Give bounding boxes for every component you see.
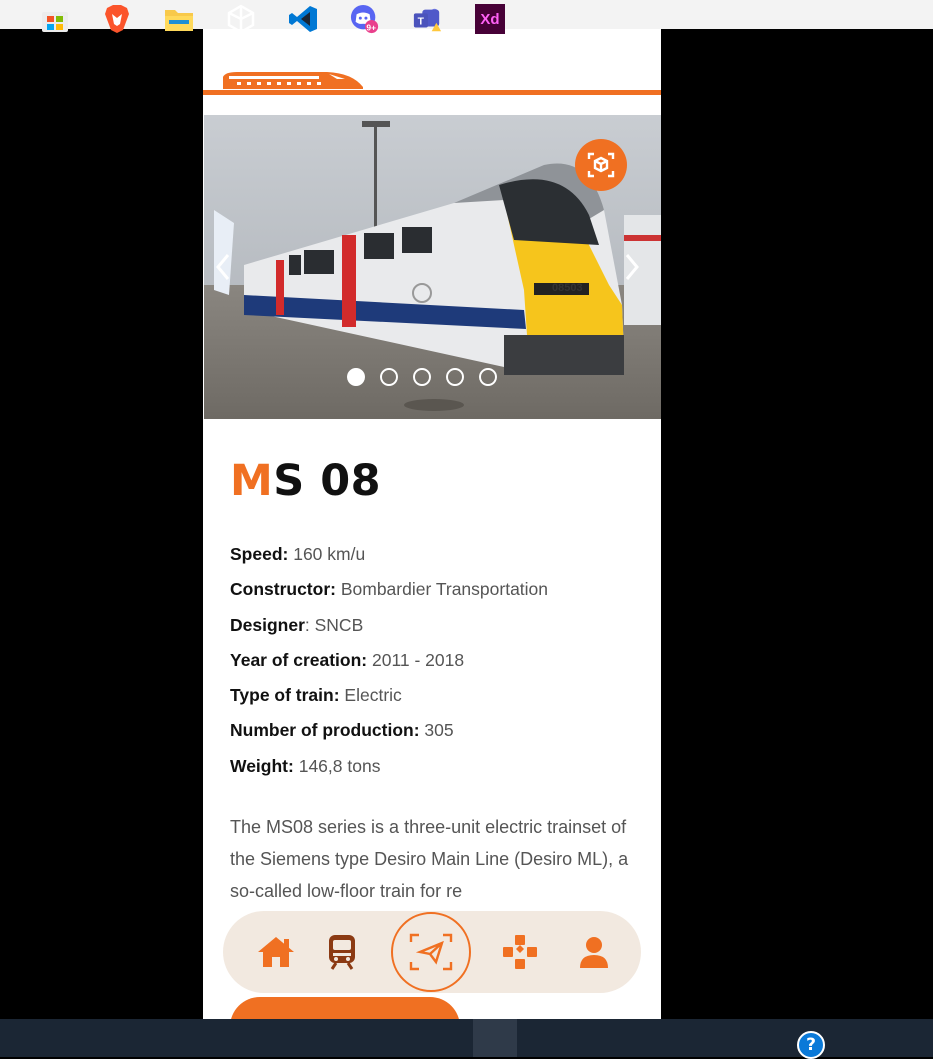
os-taskbar	[0, 1019, 933, 1057]
bottom-navbar	[223, 911, 641, 993]
spec-designer: Designer: SNCB	[230, 613, 650, 648]
chevron-left-icon	[216, 254, 230, 280]
ar-icon	[409, 933, 453, 971]
profile-icon	[580, 937, 608, 968]
spec-constructor: Constructor: Bombardier Transportation	[230, 577, 650, 612]
spec-value: Electric	[339, 685, 402, 706]
svg-text:T: T	[418, 17, 425, 28]
train-specs: Speed: 160 km/u Constructor: Bombardier …	[230, 542, 650, 789]
taskbar-vscode[interactable]	[288, 4, 318, 34]
taskbar-discord[interactable]: 9+	[350, 4, 380, 34]
spec-value: 2011 - 2018	[367, 649, 465, 670]
spec-value: 305	[419, 720, 454, 741]
spec-label: Year of creation:	[230, 649, 368, 670]
carousel-dot[interactable]	[380, 368, 398, 386]
header-divider	[203, 90, 661, 95]
train-icon	[329, 935, 355, 970]
ar-view-button[interactable]	[575, 139, 627, 191]
taskbar-brave[interactable]	[102, 4, 132, 34]
spec-label: Designer	[230, 614, 305, 635]
chevron-right-icon	[625, 254, 639, 280]
app-viewport: 08503 MS 08 Speed: 160 km/u Constructor:…	[203, 29, 661, 1019]
vscode-icon	[289, 6, 317, 32]
spec-label: Constructor:	[230, 579, 336, 600]
game-icon	[503, 935, 537, 969]
carousel-dot[interactable]	[413, 368, 431, 386]
primary-action-button[interactable]	[230, 997, 460, 1019]
spec-label: Weight:	[230, 755, 294, 776]
spec-type: Type of train: Electric	[230, 683, 650, 718]
help-button[interactable]: ?	[797, 1031, 825, 1059]
carousel-indicators	[347, 368, 497, 390]
store-icon	[42, 12, 68, 32]
taskbar-store[interactable]	[40, 4, 70, 34]
spec-weight: Weight: 146,8 tons	[230, 754, 650, 789]
train-image-carousel[interactable]: 08503	[204, 115, 661, 419]
nav-home[interactable]	[251, 911, 301, 993]
adobe-xd-icon: Xd	[480, 10, 500, 28]
spec-year: Year of creation: 2011 - 2018	[230, 648, 650, 683]
browser-top-strip	[0, 0, 933, 29]
taskbar-active-indicator	[473, 1019, 517, 1057]
home-icon	[258, 937, 294, 967]
spec-production: Number of production: 305	[230, 718, 650, 753]
discord-icon: 9+	[350, 4, 379, 34]
carousel-next-button[interactable]	[617, 247, 647, 287]
spec-value: Bombardier Transportation	[335, 579, 549, 600]
train-description: The MS08 series is a three-unit electric…	[230, 817, 629, 901]
train-title: MS 08	[230, 453, 381, 509]
spec-label: Number of production:	[230, 720, 420, 741]
spec-label: Speed:	[230, 544, 289, 564]
taskbar-explorer[interactable]	[164, 4, 194, 34]
brave-icon	[105, 5, 129, 33]
help-icon: ?	[806, 1035, 816, 1055]
file-explorer-icon	[165, 10, 193, 31]
train-title-rest: S 08	[273, 456, 382, 506]
unity-icon	[227, 4, 255, 34]
nav-games[interactable]	[495, 911, 545, 993]
spec-value: : SNCB	[304, 614, 364, 635]
teams-icon: T	[413, 8, 442, 32]
nav-trains[interactable]	[317, 911, 367, 993]
spec-value: 146,8 tons	[293, 755, 381, 776]
train-title-initial: M	[230, 456, 274, 506]
carousel-dot[interactable]	[347, 368, 365, 386]
taskbar-adobe-xd[interactable]: Xd	[475, 4, 505, 34]
discord-badge-count: 9+	[366, 22, 376, 32]
nav-profile[interactable]	[569, 911, 619, 993]
taskbar-teams[interactable]: T	[412, 4, 442, 34]
spec-speed: Speed: 160 km/u	[230, 542, 650, 577]
carousel-prev-button[interactable]	[208, 247, 238, 287]
carousel-dot[interactable]	[446, 368, 464, 386]
train-number: 08503	[552, 282, 583, 294]
ar-scan-icon	[587, 152, 615, 178]
taskbar-unity[interactable]	[226, 4, 256, 34]
spec-label: Type of train:	[230, 685, 340, 706]
carousel-dot[interactable]	[479, 368, 497, 386]
nav-ar[interactable]	[391, 912, 471, 992]
spec-value: 160 km/u	[288, 544, 366, 564]
